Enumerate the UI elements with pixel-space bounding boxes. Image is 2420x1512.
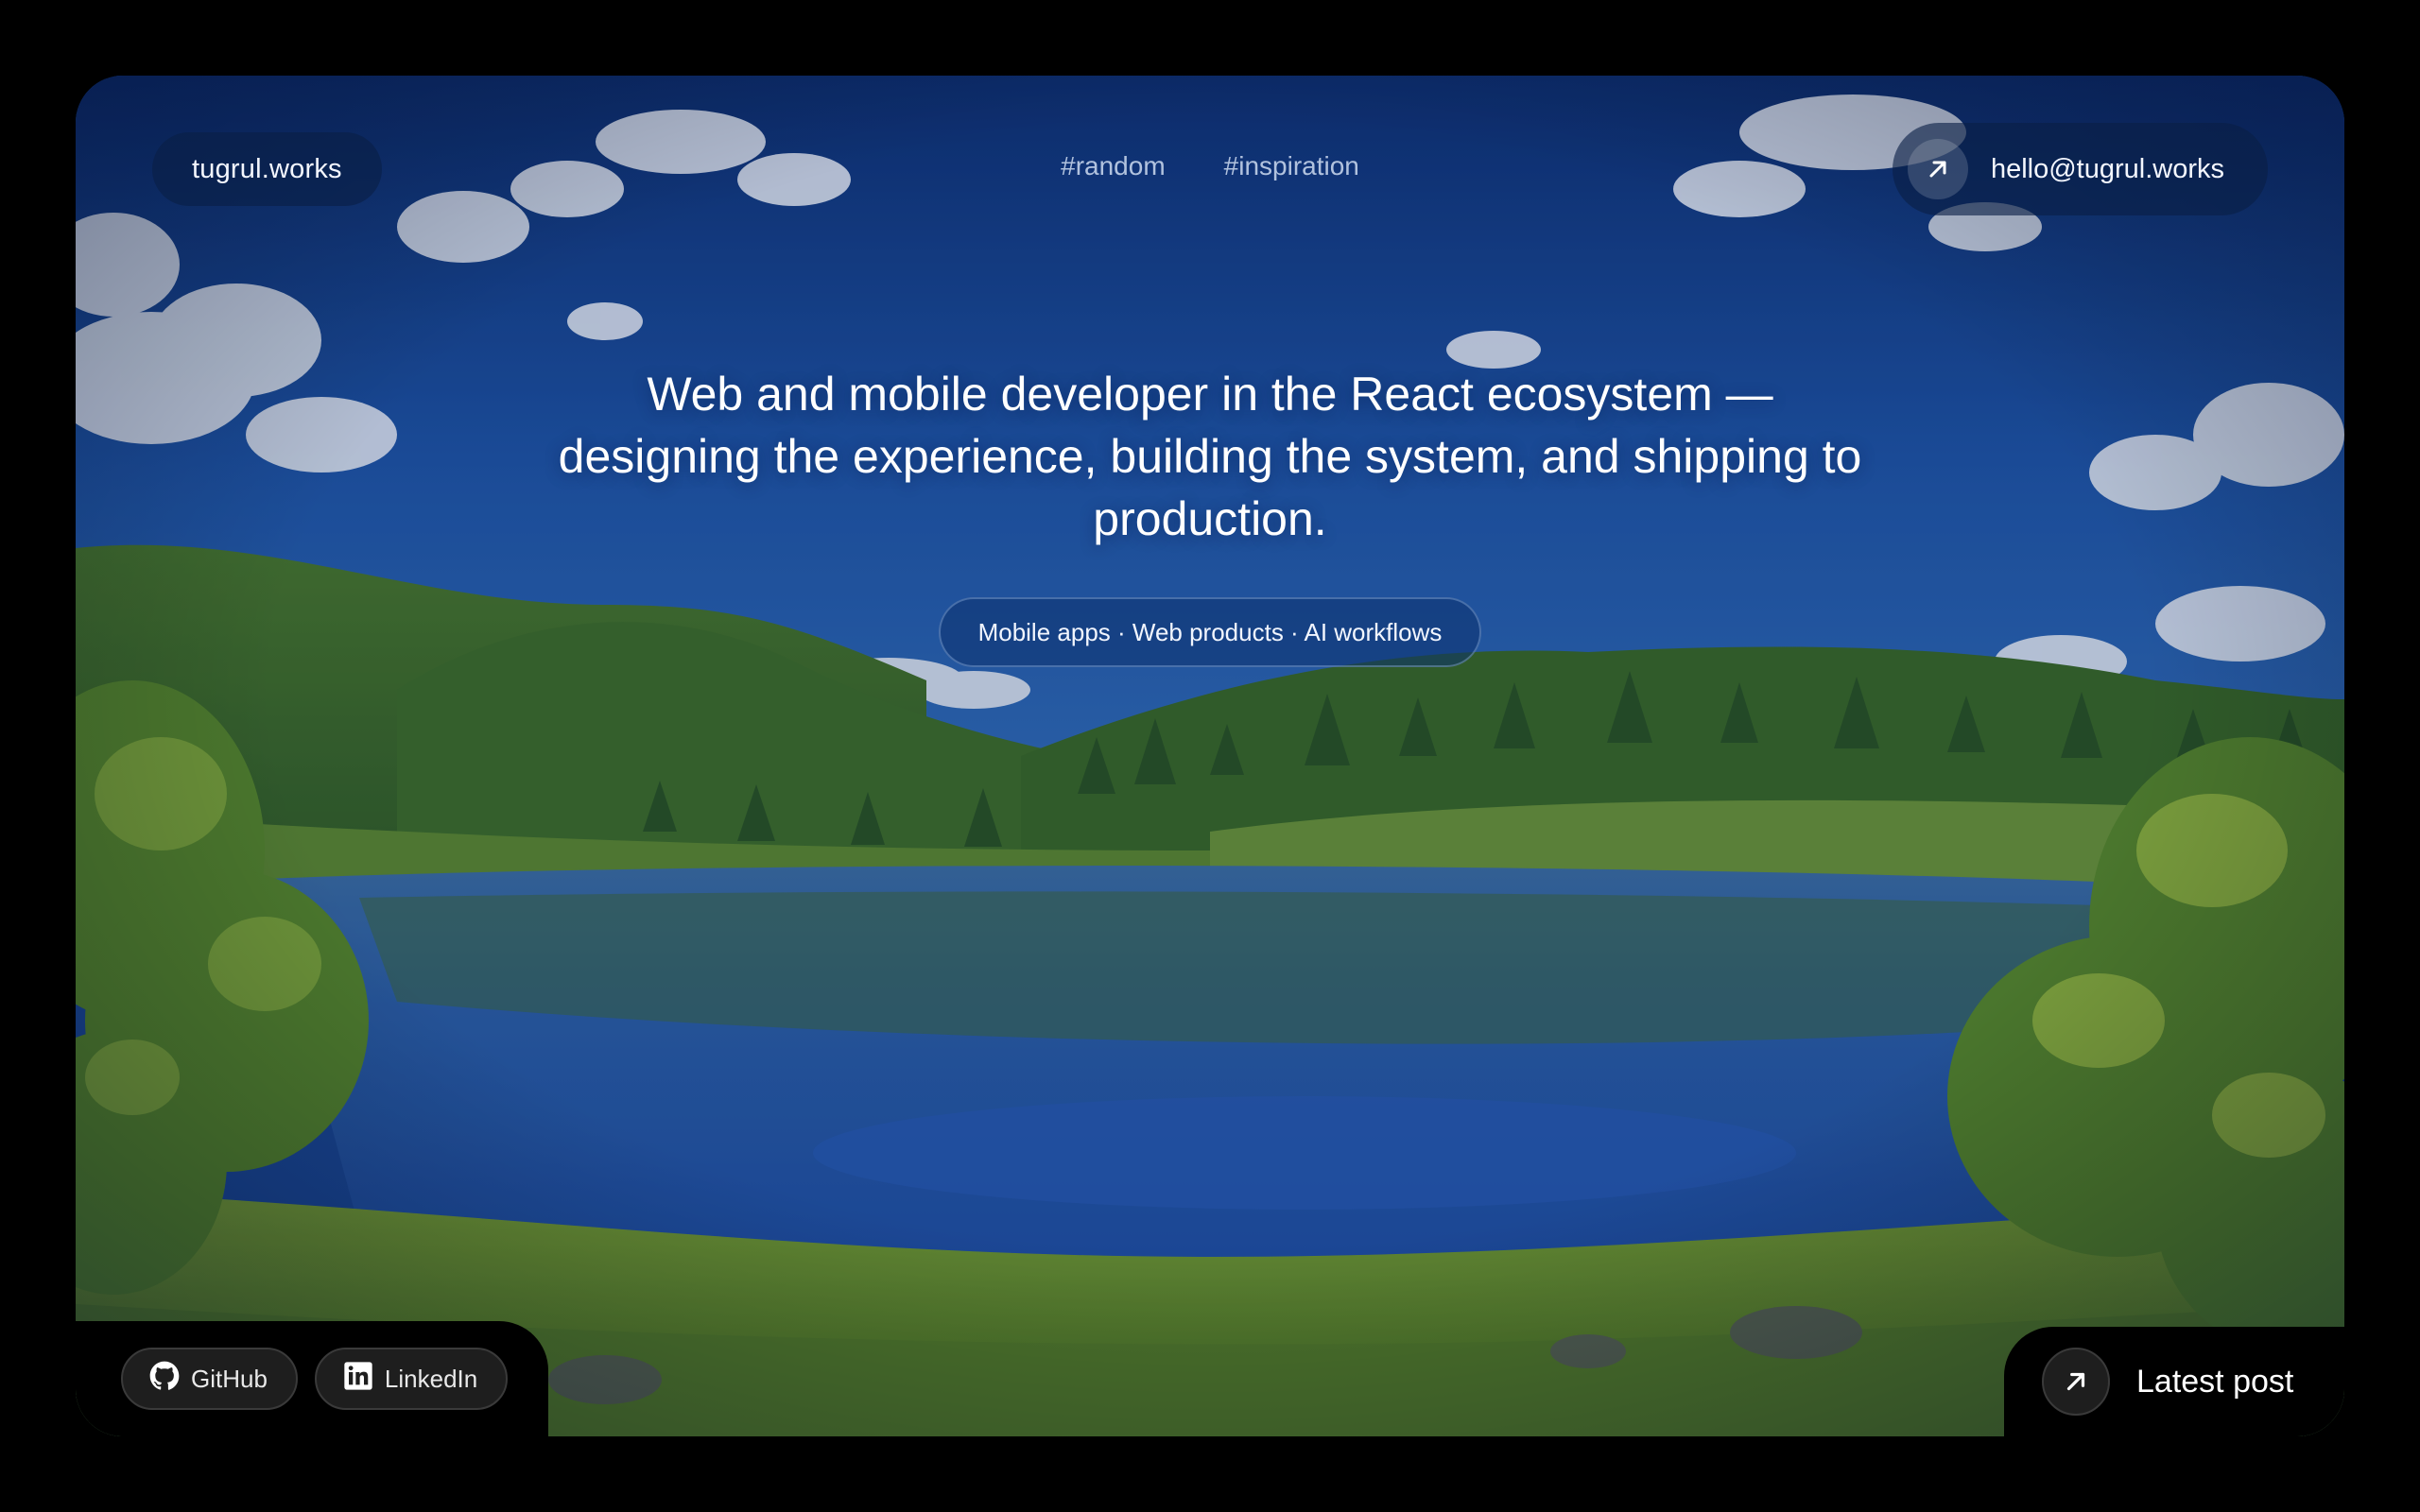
services-pill: Mobile apps · Web products · AI workflow…: [938, 597, 1482, 667]
latest-post-link[interactable]: Latest post: [2004, 1327, 2344, 1436]
arrow-up-right-icon: [2042, 1348, 2110, 1416]
tag-random-link[interactable]: #random: [1061, 151, 1166, 181]
hero-headline: Web and mobile developer in the React ec…: [558, 368, 1862, 545]
github-label: GitHub: [191, 1364, 268, 1393]
services-container: Mobile apps · Web products · AI workflow…: [76, 597, 2344, 667]
social-links-bar: GitHub LinkedIn: [76, 1321, 548, 1436]
tag-inspiration-link[interactable]: #inspiration: [1224, 151, 1359, 181]
linkedin-icon: [343, 1361, 373, 1398]
email-label: hello@tugrul.works: [1990, 153, 2224, 184]
hero-card: tugrul.works #random #inspiration hello@…: [76, 76, 2344, 1436]
arrow-up-right-icon: [1907, 139, 1968, 199]
landscape-background: [76, 76, 2344, 1436]
email-contact-button[interactable]: hello@tugrul.works: [1892, 123, 2268, 215]
github-link[interactable]: GitHub: [121, 1348, 298, 1410]
linkedin-label: LinkedIn: [384, 1364, 478, 1393]
latest-post-label: Latest post: [2136, 1363, 2294, 1400]
linkedin-link[interactable]: LinkedIn: [314, 1348, 509, 1410]
github-icon: [149, 1361, 180, 1398]
